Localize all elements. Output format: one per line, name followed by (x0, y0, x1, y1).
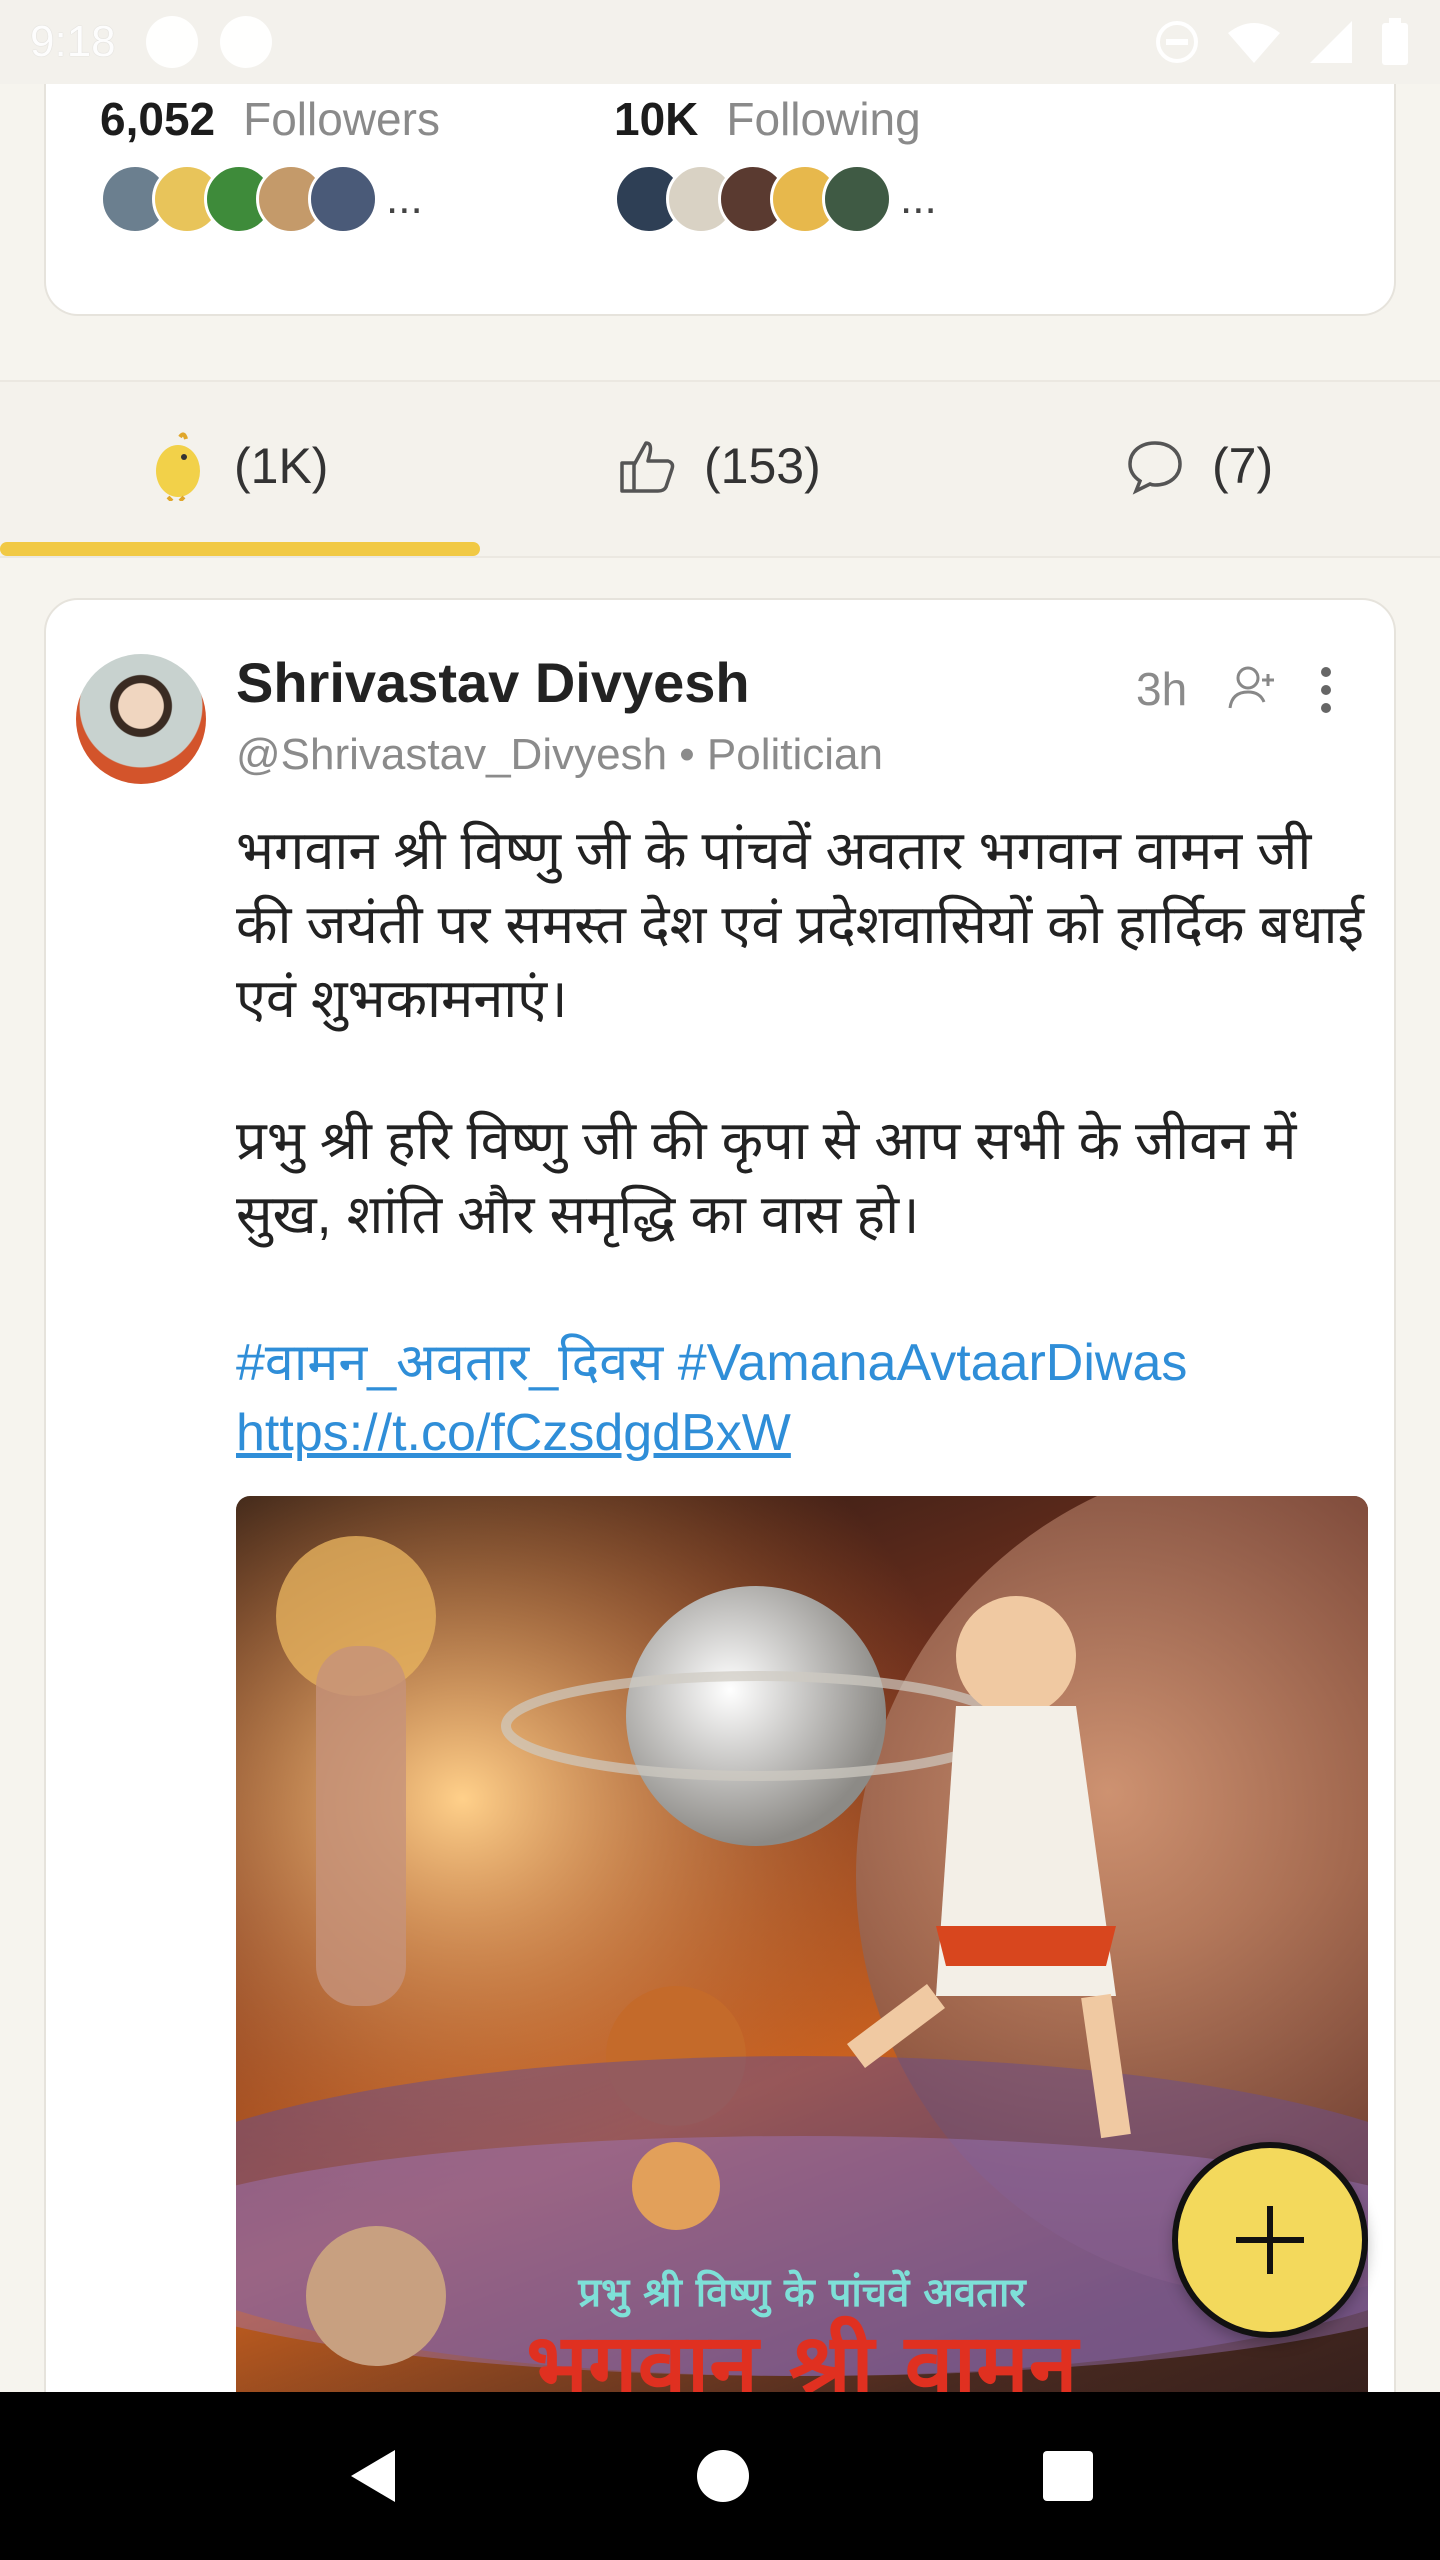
app-notification-icon (219, 16, 272, 68)
followers-label: Followers (243, 93, 440, 145)
screen: 9:18 6,052 Followers ... 10K Following .… (0, 0, 1440, 2560)
tab-likes[interactable]: (153) (618, 382, 821, 550)
followers-avatars[interactable]: ... (100, 164, 440, 234)
author-role: • Politician (679, 730, 883, 779)
post-paragraph: भगवान श्री विष्णु जी के पांचवें अवतार भग… (236, 821, 1364, 1029)
post-image[interactable]: प्रभु श्री विष्णु के पांचवें अवतार भगवान… (236, 1496, 1368, 2506)
tab-comments[interactable]: (7) (1126, 382, 1273, 550)
post-hashtags[interactable]: #वामन_अवतार_दिवस #VamanaAvtaarDiwas (236, 1334, 1187, 1392)
followers-block[interactable]: 6,052 Followers ... (100, 92, 440, 234)
avatar (308, 164, 378, 234)
image-caption: प्रभु श्री विष्णु के पांचवें अवतार (577, 2269, 1027, 2318)
tab-likes-label: (153) (704, 438, 821, 494)
followers-count: 6,052 (100, 93, 216, 145)
comment-icon (1128, 441, 1182, 495)
active-tab-indicator (0, 542, 480, 556)
signal-icon (1310, 21, 1352, 63)
recents-icon[interactable] (1041, 2449, 1095, 2503)
back-icon[interactable] (345, 2446, 405, 2506)
following-count: 10K (614, 93, 699, 145)
author-meta: @Shrivastav_Divyesh • Politician (236, 730, 883, 780)
home-icon[interactable] (695, 2448, 751, 2504)
post-paragraph: प्रभु श्री हरि विष्णु जी की कृपा से आप स… (236, 1111, 1297, 1245)
avatar (822, 164, 892, 234)
post-time: 3h (1136, 663, 1188, 715)
wifi-icon (1228, 23, 1280, 63)
status-bar: 9:18 (0, 0, 1440, 84)
system-nav-bar (0, 2392, 1440, 2560)
status-right-icons (1154, 17, 1410, 67)
more-avatars: ... (386, 174, 423, 223)
post-hashtags-block: #वामन_अवतार_दिवस #VamanaAvtaarDiwas http… (236, 1328, 1366, 1468)
tab-koos[interactable]: (1K) (150, 382, 328, 550)
author-name[interactable]: Shrivastav Divyesh (236, 650, 750, 715)
koo-bird-icon (156, 432, 200, 501)
more-avatars: ... (900, 174, 937, 223)
profile-tabs: (1K) (153) (7) (0, 380, 1440, 558)
author-handle[interactable]: @Shrivastav_Divyesh (236, 730, 667, 779)
tab-koos-label: (1K) (234, 438, 329, 494)
status-left-icons (145, 16, 272, 68)
author-avatar[interactable] (76, 654, 206, 784)
following-block[interactable]: 10K Following ... (614, 92, 937, 234)
following-label: Following (726, 93, 921, 145)
status-time: 9:18 (30, 17, 116, 66)
follow-user-icon[interactable] (1226, 662, 1278, 714)
following-avatars[interactable]: ... (614, 164, 937, 234)
create-post-button[interactable] (1172, 2142, 1368, 2338)
notification-icon (145, 16, 198, 68)
battery-icon (1382, 18, 1408, 65)
post-link[interactable]: https://t.co/fCzsdgdBxW (236, 1398, 1366, 1468)
post-image-artwork: प्रभु श्री विष्णु के पांचवें अवतार भगवान… (236, 1496, 1368, 2506)
more-options-icon[interactable] (1316, 664, 1336, 716)
thumbs-up-icon (620, 441, 675, 493)
post-body: भगवान श्री विष्णु जी के पांचवें अवतार भग… (236, 814, 1366, 1320)
tab-comments-label: (7) (1212, 438, 1274, 494)
do-not-disturb-icon (1156, 21, 1198, 63)
plus-icon (1236, 2206, 1304, 2274)
